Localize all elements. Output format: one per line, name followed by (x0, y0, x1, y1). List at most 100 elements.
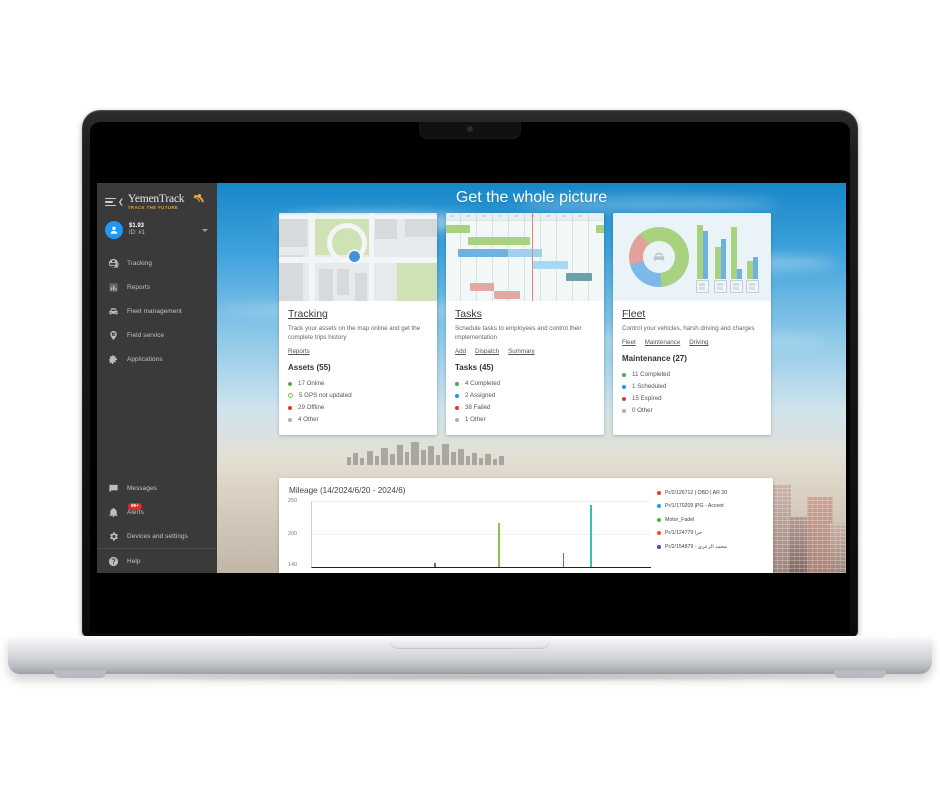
y-axis-tick: 200 (288, 531, 297, 537)
gear-icon (107, 530, 119, 542)
brand-text: YemenTrack Track The Future (127, 193, 185, 210)
status-dot-failed (455, 405, 459, 410)
sidebar-item-messages[interactable]: Messages (97, 476, 217, 500)
globe-icon (107, 257, 119, 269)
puzzle-icon (107, 353, 119, 365)
status-dot-expired (622, 396, 626, 401)
link-reports[interactable]: Reports (288, 348, 310, 355)
bar-chart-icon (107, 281, 119, 293)
collapse-arrow-icon: ❮ (118, 199, 124, 206)
user-account-row[interactable]: $1.93 ID: #1 (97, 215, 217, 247)
laptop-mockup-stage: ❮ YemenTrack Track The Future $1.93 (0, 0, 940, 788)
sidebar-item-label: Applications (127, 355, 163, 363)
brand-logo[interactable]: ❮ YemenTrack Track The Future (97, 183, 217, 216)
chart-bar (498, 523, 501, 567)
legend-color-swatch (657, 490, 661, 495)
status-dot-completed (455, 381, 459, 386)
link-fleet[interactable]: Fleet (622, 339, 636, 346)
legend-label: Pr/1/170209 |PG - Accent (665, 503, 724, 510)
card-stat-list: 17 Online 5 GPS not updated 29 Offline 4… (288, 378, 428, 426)
sidebar-item-label: Fleet management (127, 307, 182, 315)
web-app: ❮ YemenTrack Track The Future $1.93 (97, 183, 846, 573)
screen-viewport: ❮ YemenTrack Track The Future $1.93 (97, 183, 846, 573)
card-tracking[interactable]: Tracking Track your assets on the map on… (279, 213, 437, 435)
legend-item[interactable]: Pr/1/124779 حرا (657, 527, 769, 541)
card-title[interactable]: Tasks (455, 308, 595, 320)
card-description: Track your assets on the map online and … (288, 325, 421, 341)
card-description: Control your vehicles, harsh driving and… (622, 325, 755, 332)
sidebar-item-label: Tracking (127, 259, 153, 267)
chart-bar (562, 553, 565, 567)
card-description: Schedule tasks to employees and control … (455, 325, 582, 341)
sidebar-item-applications[interactable]: Applications (97, 347, 217, 371)
link-dispatch[interactable]: Dispatch (475, 348, 499, 355)
tasks-gantt-thumbnail: 14 15 16 17 18 19 20 21 22 (446, 213, 604, 301)
sidebar-item-reports[interactable]: Reports (97, 275, 217, 299)
legend-item[interactable]: Motor_Fadel (657, 513, 769, 527)
status-dot-assigned (455, 393, 459, 398)
sidebar: ❮ YemenTrack Track The Future $1.93 (97, 183, 217, 573)
link-summary[interactable]: Summary (508, 348, 534, 355)
status-dot-online (288, 381, 292, 386)
chart-plot-area: Mileage (14/2024/6/20 - 2024/6) 250 200 … (279, 478, 655, 573)
sidebar-item-tracking[interactable]: Tracking (97, 251, 217, 275)
stat-label: 29 Offline (298, 404, 325, 412)
legend-item[interactable]: Pr/1/170209 |PG - Accent (657, 500, 769, 514)
sidebar-item-field-service[interactable]: Field service (97, 323, 217, 347)
link-add[interactable]: Add (455, 348, 466, 355)
stat-label: 17 Online (298, 380, 325, 388)
card-title[interactable]: Tracking (288, 308, 428, 320)
tracking-map-thumbnail (279, 213, 437, 301)
sidebar-item-label: Reports (127, 283, 151, 291)
chevron-down-icon[interactable] (202, 228, 208, 232)
chat-icon (107, 482, 119, 494)
sidebar-item-label: Devices and settings (127, 532, 188, 540)
bell-icon (107, 506, 119, 518)
status-dot-other (622, 408, 626, 413)
satellite-dish-icon (184, 191, 208, 216)
mileage-chart-panel: Mileage (14/2024/6/20 - 2024/6) 250 200 … (279, 478, 773, 573)
list-item: 29 Offline (288, 402, 428, 414)
stat-label: 4 Completed (465, 380, 501, 388)
legend-color-swatch (657, 504, 661, 509)
legend-item[interactable]: Pr/2/126712 | OBD | AR 20 (657, 486, 769, 500)
stat-label: 15 Expired (632, 395, 662, 403)
account-balance: $1.93 (129, 222, 145, 229)
list-item: 0 Other (622, 405, 762, 417)
card-stat-list: 11 Completed 1 Scheduled 15 Expired 0 Ot… (622, 369, 762, 417)
sidebar-item-alerts[interactable]: Alerts 99+ (97, 500, 217, 524)
list-item: 5 GPS not updated (288, 390, 428, 402)
sidebar-item-devices-and-settings[interactable]: Devices and settings (97, 524, 217, 548)
legend-item[interactable]: Pr/2/154879 - محمد الزعزي (657, 540, 769, 554)
list-item: 11 Completed (622, 369, 762, 381)
card-stat-title: Maintenance (27) (622, 353, 687, 363)
webcam-icon (468, 127, 472, 131)
sidebar-item-help[interactable]: Help (97, 548, 217, 573)
brand-name: YemenTrack (127, 193, 185, 206)
legend-color-swatch (657, 531, 661, 536)
sidebar-item-label: Field service (127, 331, 165, 339)
card-links: Fleet Maintenance Driving (622, 339, 762, 346)
list-item: 38 Failed (455, 402, 595, 414)
card-stat-title: Assets (55) (288, 362, 331, 372)
pin-clock-icon (107, 329, 119, 341)
list-item: 4 Other (288, 414, 428, 426)
chart-plot: 250 200 140 (288, 498, 651, 568)
stat-label: 5 GPS not updated (299, 392, 352, 400)
status-dot-offline (288, 405, 292, 410)
link-maintenance[interactable]: Maintenance (645, 339, 680, 346)
stat-label: 11 Completed (632, 371, 671, 379)
hamburger-icon[interactable] (105, 197, 116, 207)
list-item: 2 Assigned (455, 390, 595, 402)
list-item: 1 Other (455, 414, 595, 426)
status-dot-gps-not-updated (288, 393, 293, 399)
stat-label: 38 Failed (465, 404, 491, 412)
card-fleet[interactable]: Fleet Control your vehicles, harsh drivi… (613, 213, 771, 435)
legend-label: Pr/1/124779 حرا (665, 530, 703, 537)
list-item: 1 Scheduled (622, 381, 762, 393)
sidebar-item-fleet-management[interactable]: Fleet management (97, 299, 217, 323)
laptop-shadow (40, 672, 900, 682)
card-title[interactable]: Fleet (622, 308, 762, 320)
card-tasks[interactable]: 14 15 16 17 18 19 20 21 22 (446, 213, 604, 435)
link-driving[interactable]: Driving (689, 339, 708, 346)
